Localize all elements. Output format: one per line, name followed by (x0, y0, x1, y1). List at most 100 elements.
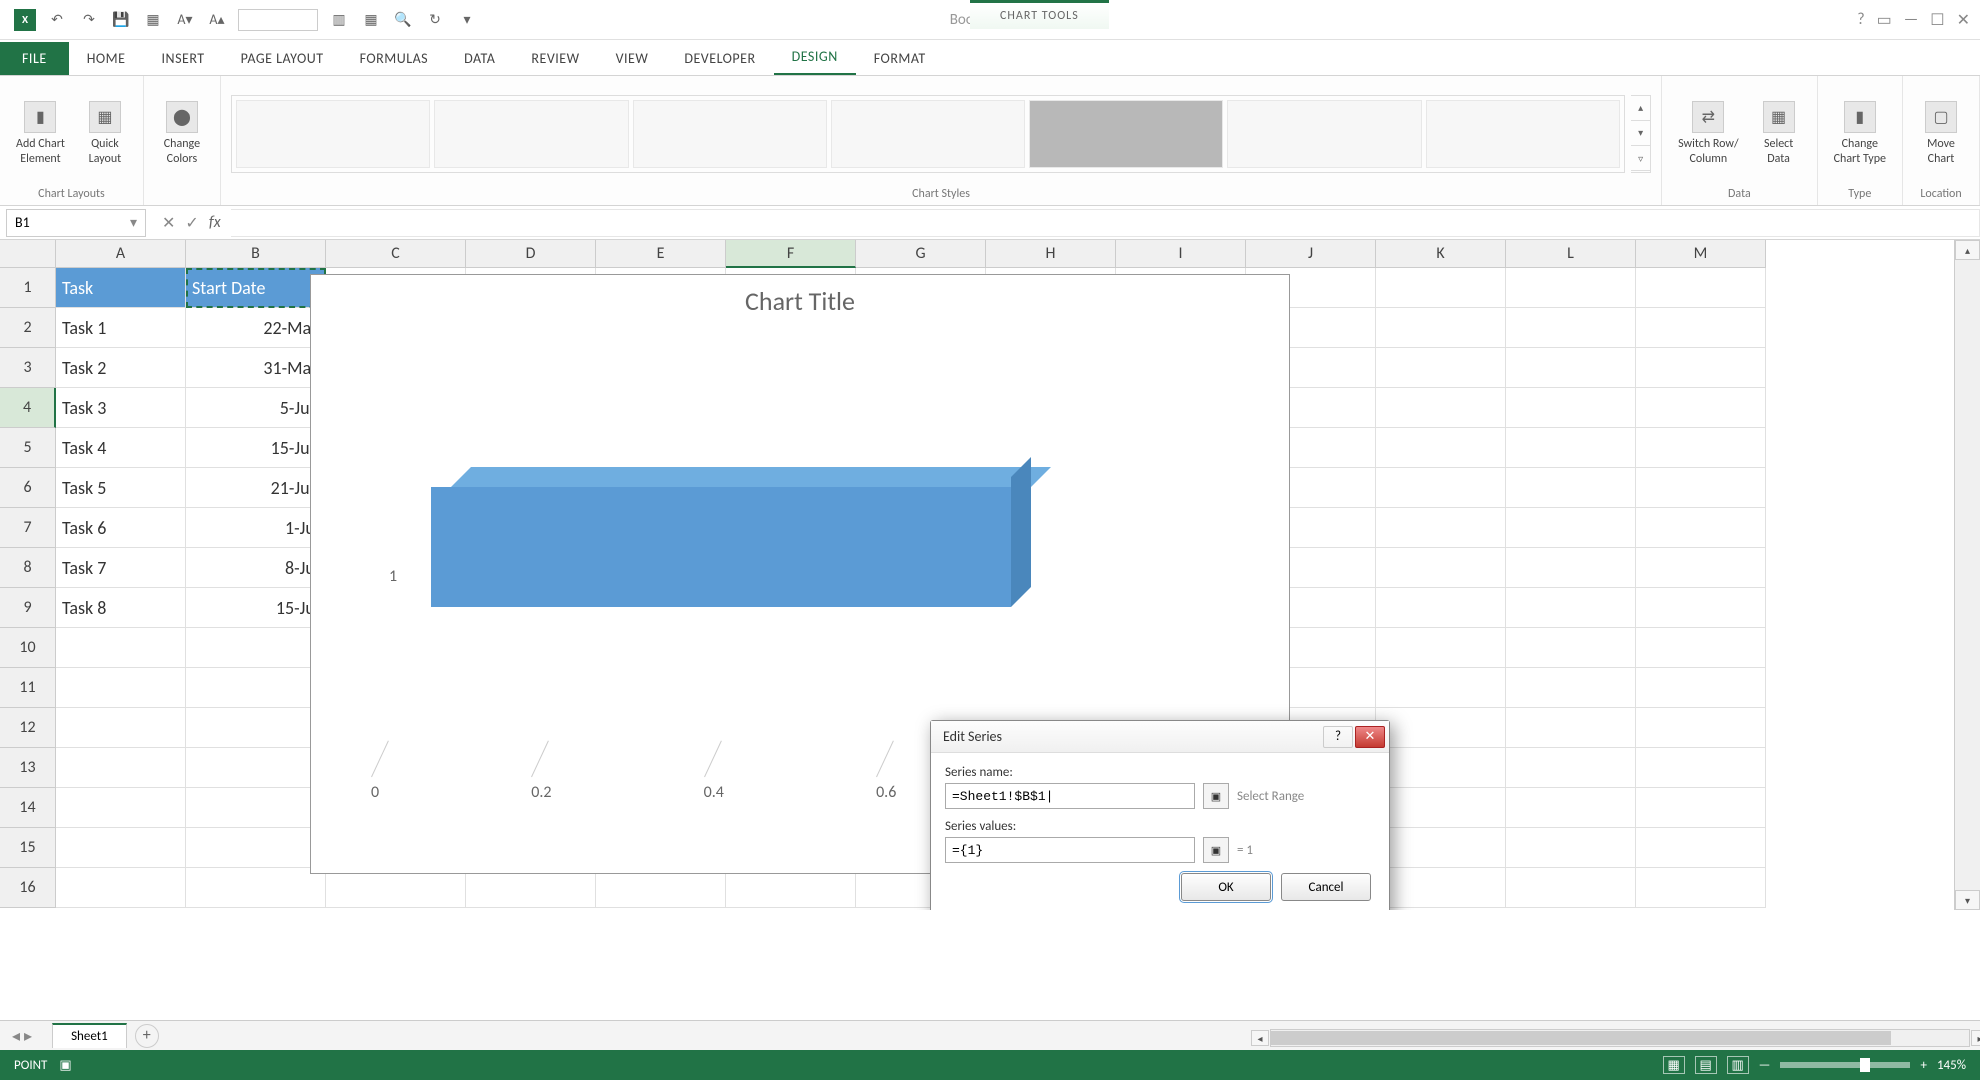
column-header-C[interactable]: C (326, 240, 466, 268)
dialog-close-button[interactable]: ✕ (1355, 726, 1385, 748)
cell-B13[interactable] (186, 748, 326, 788)
zoom-level[interactable]: 145% (1937, 1058, 1966, 1073)
row-header-3[interactable]: 3 (0, 348, 56, 388)
cell-B10[interactable] (186, 628, 326, 668)
cell-B6[interactable]: 21-Jun (186, 468, 326, 508)
column-header-M[interactable]: M (1636, 240, 1766, 268)
range-selector-button[interactable]: ▣ (1203, 783, 1229, 809)
cell-K14[interactable] (1376, 788, 1506, 828)
redo-button[interactable]: ↷ (78, 9, 100, 31)
column-header-K[interactable]: K (1376, 240, 1506, 268)
cell-M2[interactable] (1636, 308, 1766, 348)
tab-home[interactable]: HOME (69, 42, 144, 75)
quick-layout-button[interactable]: ▦Quick Layout (77, 97, 133, 170)
column-header-A[interactable]: A (56, 240, 186, 268)
cell-M8[interactable] (1636, 548, 1766, 588)
cell-B1[interactable]: Start Date (186, 268, 326, 308)
cell-A8[interactable]: Task 7 (56, 548, 186, 588)
cell-F16[interactable] (726, 868, 856, 908)
cell-M10[interactable] (1636, 628, 1766, 668)
help-button[interactable]: ? (1857, 10, 1864, 30)
cell-A14[interactable] (56, 788, 186, 828)
sheet-tab-sheet1[interactable]: Sheet1 (52, 1023, 127, 1048)
cell-K15[interactable] (1376, 828, 1506, 868)
cell-M14[interactable] (1636, 788, 1766, 828)
chart-style-thumb[interactable] (831, 100, 1025, 168)
cell-L13[interactable] (1506, 748, 1636, 788)
select-all-corner[interactable] (0, 240, 56, 268)
cell-A13[interactable] (56, 748, 186, 788)
scroll-down-button[interactable]: ▾ (1955, 890, 1980, 910)
dialog-help-button[interactable]: ? (1323, 726, 1353, 748)
zoom-in-button[interactable]: + (1920, 1058, 1926, 1073)
range-selector-button[interactable]: ▣ (1203, 837, 1229, 863)
column-header-F[interactable]: F (726, 240, 856, 268)
cell-A3[interactable]: Task 2 (56, 348, 186, 388)
cell-M13[interactable] (1636, 748, 1766, 788)
cancel-formula-button[interactable]: ✕ (162, 213, 175, 233)
chart-plot-area[interactable]: 1 (371, 347, 1229, 747)
cell-A10[interactable] (56, 628, 186, 668)
cell-M9[interactable] (1636, 588, 1766, 628)
qat-dropdown[interactable] (238, 9, 318, 31)
cell-B8[interactable]: 8-Jul (186, 548, 326, 588)
sheet-nav-prev[interactable]: ◂ (12, 1026, 20, 1046)
cell-B16[interactable] (186, 868, 326, 908)
zoom-slider[interactable] (1780, 1062, 1910, 1068)
cell-A16[interactable] (56, 868, 186, 908)
cell-B15[interactable] (186, 828, 326, 868)
cell-M16[interactable] (1636, 868, 1766, 908)
tab-view[interactable]: VIEW (598, 42, 667, 75)
cell-M12[interactable] (1636, 708, 1766, 748)
qat-icon[interactable]: 🔍 (392, 9, 414, 31)
cell-K12[interactable] (1376, 708, 1506, 748)
tab-insert[interactable]: INSERT (144, 42, 223, 75)
qat-icon[interactable]: ▥ (328, 9, 350, 31)
tab-file[interactable]: FILE (0, 42, 69, 75)
font-decrease-button[interactable]: A▾ (174, 9, 196, 31)
gallery-up-button[interactable]: ▴ (1631, 96, 1650, 121)
normal-view-button[interactable]: ▦ (1663, 1056, 1685, 1074)
scroll-up-button[interactable]: ▴ (1955, 240, 1980, 260)
cell-A7[interactable]: Task 6 (56, 508, 186, 548)
vertical-scrollbar[interactable]: ▴ ▾ (1954, 240, 1980, 910)
cell-B2[interactable]: 22-May (186, 308, 326, 348)
cell-A11[interactable] (56, 668, 186, 708)
tab-design[interactable]: DESIGN (774, 40, 856, 75)
add-sheet-button[interactable]: + (135, 1024, 159, 1048)
cell-A9[interactable]: Task 8 (56, 588, 186, 628)
chevron-down-icon[interactable]: ▾ (130, 214, 137, 231)
move-chart-button[interactable]: ▢Move Chart (1913, 97, 1969, 170)
change-colors-button[interactable]: ⬤Change Colors (154, 97, 210, 170)
undo-button[interactable]: ↶ (46, 9, 68, 31)
enter-formula-button[interactable]: ✓ (185, 213, 198, 233)
formula-input[interactable] (231, 209, 1980, 237)
row-header-4[interactable]: 4 (0, 388, 56, 428)
tab-developer[interactable]: DEVELOPER (666, 42, 773, 75)
cell-L5[interactable] (1506, 428, 1636, 468)
cell-B11[interactable] (186, 668, 326, 708)
maximize-button[interactable]: ☐ (1930, 10, 1944, 30)
cell-L9[interactable] (1506, 588, 1636, 628)
gallery-more-button[interactable]: ▿ (1631, 146, 1650, 171)
row-header-5[interactable]: 5 (0, 428, 56, 468)
cell-K1[interactable] (1376, 268, 1506, 308)
zoom-out-button[interactable]: — (1759, 1058, 1771, 1073)
series-name-input[interactable] (945, 783, 1195, 809)
macro-record-icon[interactable]: ▣ (59, 1058, 71, 1073)
tab-formulas[interactable]: FORMULAS (342, 42, 447, 75)
close-window-button[interactable]: ✕ (1957, 10, 1970, 30)
cell-L7[interactable] (1506, 508, 1636, 548)
cell-K3[interactable] (1376, 348, 1506, 388)
row-header-16[interactable]: 16 (0, 868, 56, 908)
cell-K11[interactable] (1376, 668, 1506, 708)
cell-L10[interactable] (1506, 628, 1636, 668)
cancel-button[interactable]: Cancel (1281, 873, 1371, 901)
page-break-view-button[interactable]: ▥ (1727, 1056, 1749, 1074)
cell-K6[interactable] (1376, 468, 1506, 508)
cell-A12[interactable] (56, 708, 186, 748)
cell-L11[interactable] (1506, 668, 1636, 708)
cell-K13[interactable] (1376, 748, 1506, 788)
add-chart-element-button[interactable]: ▮Add Chart Element (10, 97, 71, 170)
row-header-6[interactable]: 6 (0, 468, 56, 508)
